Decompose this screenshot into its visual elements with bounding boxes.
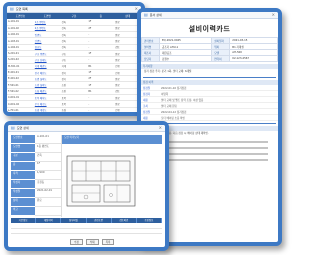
- tab-content-rows: [11, 224, 162, 234]
- field-value: 건축: [35, 153, 61, 162]
- field-value: 홍길동: [35, 180, 61, 189]
- preview-header: 도면 미리보기: [62, 135, 162, 144]
- draw-window-title: 도면 상세: [16, 126, 29, 130]
- tab-content-row: [11, 229, 162, 234]
- history-value: 필터 교체 및 벨트 장력 조정, 이상 없음: [161, 98, 204, 102]
- tab-1[interactable]: 개정이력: [36, 218, 62, 223]
- tab-4[interactable]: 검토의견: [112, 218, 137, 223]
- history-label[interactable]: 내용: [141, 98, 159, 102]
- close-icon[interactable]: ×: [272, 13, 275, 17]
- tab-5[interactable]: 승인정보: [137, 218, 163, 223]
- history-label[interactable]: 내용: [141, 116, 159, 120]
- history-value: 필터 교체 완료: [161, 104, 177, 108]
- history-value: 모터 베어링 소음 확인: [161, 116, 185, 120]
- info-value: 02-123-4567: [229, 55, 278, 62]
- field-value: 1/100: [35, 171, 61, 180]
- preview-panel: 도면 미리보기: [61, 135, 162, 217]
- field-label: 구분: [11, 153, 35, 162]
- table-cell: L-701-01: [7, 107, 34, 112]
- history-label[interactable]: 점검일: [141, 110, 159, 114]
- field-label: 도면번호: [11, 135, 35, 144]
- tab-3[interactable]: 관련도면: [87, 218, 112, 223]
- action-button-1[interactable]: 삭제: [85, 239, 99, 245]
- section-divider: [143, 77, 276, 79]
- form-window-title: 문서 상세: [149, 13, 162, 17]
- tab-0[interactable]: 기본정보: [11, 218, 37, 223]
- history-value: 2022-01-10 정기점검: [161, 86, 187, 90]
- equipment-info-table: 관리번호 EQ-2021-0045 설치일자 2021-03-15 설비명 공조기 AHU…: [141, 37, 278, 62]
- document-icon: ▤: [10, 6, 14, 11]
- notes-text: 정기 점검 주기: 분기 1회, 필터 교체: 6개월: [144, 70, 192, 73]
- table-cell: 조경: [60, 107, 88, 112]
- drawing-list-table: 도면번호 도면명 구분 층 상태 A-101-01 1층 평면도 건축 1F 완료 A-101-0…: [7, 13, 141, 112]
- field-label: 비고: [11, 207, 35, 216]
- history-list: 점검일 2022-01-10 정기점검 점검자 이영희 내용 필터 교체 및 벨트 장력 …: [141, 85, 278, 122]
- list-titlebar: ▤ 도면 목록 ×: [7, 6, 141, 13]
- history-value: 2022-04-12 정기점검: [161, 110, 187, 114]
- field-value: 1F: [35, 162, 61, 171]
- field-value: 1층 평면도: [35, 144, 61, 153]
- field-label: 층: [11, 162, 35, 171]
- history-label[interactable]: 점검일: [141, 86, 159, 90]
- table-row[interactable]: L-701-01 조경 계획도 조경 - 진행: [7, 107, 141, 112]
- field-label: 축척: [11, 171, 35, 180]
- action-buttons: 수정 삭제 목록: [70, 239, 115, 245]
- history-label[interactable]: 점검자: [141, 92, 159, 96]
- drawing-detail-window: ▤ 도면 상세 × 도면번호 도면명 구분 층 축척 작성자 작성일 상태 비고 A-101-0…: [4, 121, 169, 251]
- info-row: 담당자 김철수 연락처 02-123-4567: [141, 55, 278, 62]
- table-cell: -: [87, 107, 115, 112]
- history-label[interactable]: 조치: [141, 104, 159, 108]
- tab-2[interactable]: 첨부파일: [61, 218, 87, 223]
- document-icon: ▤: [11, 125, 15, 130]
- label-column: 도면번호 도면명 구분 층 축척 작성자 작성일 상태 비고: [11, 135, 35, 217]
- draw-titlebar: ▤ 도면 상세 ×: [8, 125, 165, 132]
- field-label: 작성일: [11, 189, 35, 198]
- form-titlebar: ▤ 문서 상세 ×: [141, 12, 278, 19]
- field-value: A-101-01: [35, 135, 61, 144]
- info-label: 연락처: [211, 55, 231, 62]
- drawing-info-grid: 도면번호 도면명 구분 층 축척 작성자 작성일 상태 비고 A-101-01 1층 평면도 건축 1…: [11, 135, 162, 217]
- detail-tabs: 기본정보 개정이력 첨부파일 관련도면 검토의견 승인정보: [11, 218, 163, 223]
- history-value: 이영희: [161, 92, 169, 96]
- table-cell[interactable]: 조경 계획도: [33, 107, 61, 112]
- field-label: 도면명: [11, 144, 35, 153]
- action-button-2[interactable]: 목록: [101, 239, 115, 245]
- form-heading: 설비이력카드: [188, 25, 231, 33]
- field-label: 작성자: [11, 180, 35, 189]
- floor-plan-thumbnail[interactable]: [66, 155, 136, 207]
- field-value: 완료: [35, 198, 61, 207]
- document-icon: ▤: [144, 12, 148, 17]
- drawing-list-window: ▤ 도면 목록 × 도면번호 도면명 구분 층 상태 A-101-01 1층 평면도 건축 1…: [3, 2, 145, 116]
- info-value: 김철수: [158, 55, 213, 62]
- info-label: 담당자: [141, 55, 160, 62]
- field-value: [35, 207, 61, 216]
- value-column: A-101-01 1층 평면도 건축 1F 1/100 홍길동 2021-02-01 완료: [35, 135, 61, 217]
- field-value: 2021-02-01: [35, 189, 61, 198]
- close-icon[interactable]: ×: [159, 126, 162, 130]
- action-button-0[interactable]: 수정: [70, 239, 83, 245]
- list-window-title: 도면 목록: [15, 7, 28, 11]
- field-label: 상태: [11, 198, 35, 207]
